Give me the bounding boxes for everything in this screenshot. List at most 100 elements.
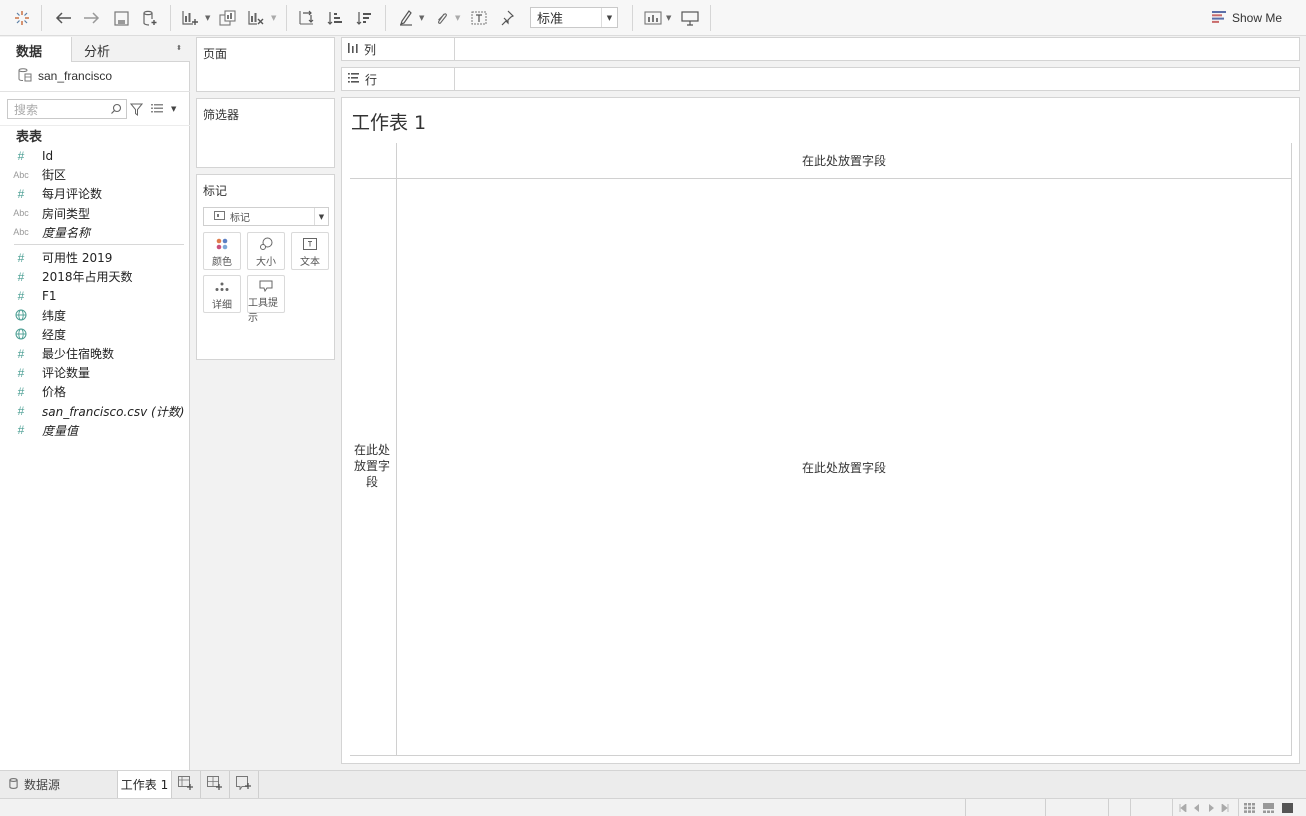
columns-shelf-label: 列 [342, 38, 455, 60]
field-item[interactable]: # 评论数量 [0, 363, 190, 382]
text-icon [303, 237, 317, 251]
dimension-measure-separator [14, 244, 184, 245]
field-label: 价格 [42, 385, 67, 400]
new-worksheet-icon[interactable] [179, 6, 201, 30]
new-story-icon [236, 775, 252, 794]
field-item[interactable]: #2018年占用天数 [0, 267, 190, 286]
duplicate-sheet-icon[interactable] [217, 6, 239, 30]
group-icon[interactable] [431, 6, 451, 30]
sort-ascending-icon[interactable] [325, 6, 345, 30]
dimension-type-icon: Abc [13, 227, 29, 238]
tooltip-button[interactable]: 工具提示 [247, 275, 285, 324]
highlight-dropdown[interactable]: ▼ [419, 6, 424, 30]
measure-type-icon: # [17, 288, 25, 303]
field-item[interactable]: # 每月评论数 [0, 184, 190, 203]
pin-icon[interactable] [497, 6, 517, 30]
sheet-title[interactable]: 工作表 1 [351, 108, 426, 135]
detail-icon [215, 280, 229, 294]
field-item[interactable]: 纬度 [0, 306, 190, 325]
rows-shelf-label: 行 [342, 68, 455, 90]
view-list-dropdown[interactable]: ▼ [171, 101, 176, 117]
field-item[interactable]: Abc 房间类型 [0, 204, 190, 223]
search-placeholder: 搜索 [14, 102, 39, 117]
field-item[interactable]: # F1 [0, 286, 190, 305]
status-bar [0, 798, 1306, 816]
redo-icon[interactable] [81, 6, 103, 30]
measure-type-icon: # [17, 365, 25, 380]
fit-dropdown[interactable]: 标准 ▼ [530, 7, 618, 28]
field-item[interactable]: # 最少住宿晚数 [0, 344, 190, 363]
sheet-tabs-bar: 数据源 工作表 1 [0, 770, 1306, 798]
sort-descending-icon[interactable] [354, 6, 374, 30]
field-item[interactable]: # 价格 [0, 382, 190, 401]
new-dashboard-button[interactable] [201, 771, 230, 798]
clear-dropdown[interactable]: ▼ [271, 6, 276, 30]
swap-icon[interactable] [296, 6, 316, 30]
new-worksheet-button[interactable] [172, 771, 201, 798]
chevron-down-icon: ▼ [601, 8, 617, 27]
drop-zone-rows[interactable]: 在此处放置字段 [351, 442, 393, 490]
mark-type-dropdown[interactable]: 标记 ▼ [203, 207, 329, 226]
new-worksheet-dropdown[interactable]: ▼ [205, 6, 210, 30]
field-item[interactable]: # Id [0, 146, 190, 165]
pages-card[interactable]: 页面 [196, 37, 335, 92]
field-item[interactable]: 经度 [0, 325, 190, 344]
view-cards-icon[interactable] [642, 6, 664, 30]
datasource-item[interactable]: san_francisco [18, 67, 112, 85]
field-item[interactable]: Abc 度量名称 [0, 223, 190, 242]
dimension-type-icon: Abc [13, 208, 29, 219]
highlight-icon[interactable] [396, 6, 416, 30]
field-label: 度量值 [42, 423, 79, 438]
new-story-button[interactable] [230, 771, 259, 798]
view-cards-dropdown[interactable]: ▼ [666, 6, 671, 30]
tab-analysis[interactable]: 分析 ⬍ [71, 37, 190, 62]
rows-shelf[interactable]: 行 [341, 67, 1300, 91]
tab-data[interactable]: 数据 [0, 37, 71, 62]
datasource-icon [18, 67, 32, 85]
show-filmstrip-icon[interactable] [1263, 803, 1274, 813]
first-sheet-icon[interactable] [1179, 803, 1187, 813]
drop-zone-columns[interactable]: 在此处放置字段 [397, 152, 1291, 169]
field-item[interactable]: # 可用性 2019 [0, 248, 190, 267]
drop-zone-center[interactable]: 在此处放置字段 [397, 459, 1291, 476]
filter-icon[interactable] [130, 101, 143, 117]
filters-card[interactable]: 筛选器 [196, 98, 335, 168]
field-label: 评论数量 [42, 366, 91, 381]
show-sheet-sorter-icon[interactable] [1244, 803, 1255, 813]
show-me-button[interactable]: Show Me [1212, 8, 1282, 28]
group-dropdown[interactable]: ▼ [455, 6, 460, 30]
globe-icon [0, 328, 42, 340]
field-item[interactable]: # san_francisco.csv (计数) [0, 402, 190, 421]
last-sheet-icon[interactable] [1221, 803, 1229, 813]
field-item[interactable]: Abc 街区 [0, 165, 190, 184]
color-button[interactable]: 颜色 [203, 232, 241, 270]
measure-type-icon: # [17, 423, 25, 438]
field-item[interactable]: # 度量值 [0, 421, 190, 440]
columns-icon [348, 42, 358, 56]
text-label: 文本 [300, 257, 320, 268]
field-label: 房间类型 [42, 206, 91, 221]
datasource-tab[interactable]: 数据源 [0, 771, 118, 798]
columns-shelf[interactable]: 列 [341, 37, 1300, 61]
tables-header: 表表 [16, 130, 43, 145]
presentation-icon[interactable] [679, 6, 701, 30]
tableau-logo-icon[interactable] [10, 6, 34, 30]
view-list-icon[interactable] [151, 101, 165, 117]
next-sheet-icon[interactable] [1208, 803, 1214, 813]
field-label: 纬度 [42, 308, 67, 323]
previous-sheet-icon[interactable] [1194, 803, 1200, 813]
undo-icon[interactable] [52, 6, 74, 30]
search-icon [110, 103, 122, 118]
tab-sheet-1[interactable]: 工作表 1 [117, 771, 172, 798]
new-datasource-icon[interactable] [139, 6, 161, 30]
color-icon [216, 237, 228, 251]
search-input[interactable]: 搜索 [7, 99, 127, 119]
detail-button[interactable]: 详细 [203, 275, 241, 313]
pages-title: 页面 [203, 47, 228, 61]
text-button[interactable]: 文本 [291, 232, 329, 270]
labels-icon[interactable] [468, 6, 490, 30]
clear-sheet-icon[interactable] [245, 6, 267, 30]
save-icon[interactable] [111, 6, 131, 30]
show-tabs-icon[interactable] [1282, 803, 1293, 813]
size-button[interactable]: 大小 [247, 232, 285, 270]
